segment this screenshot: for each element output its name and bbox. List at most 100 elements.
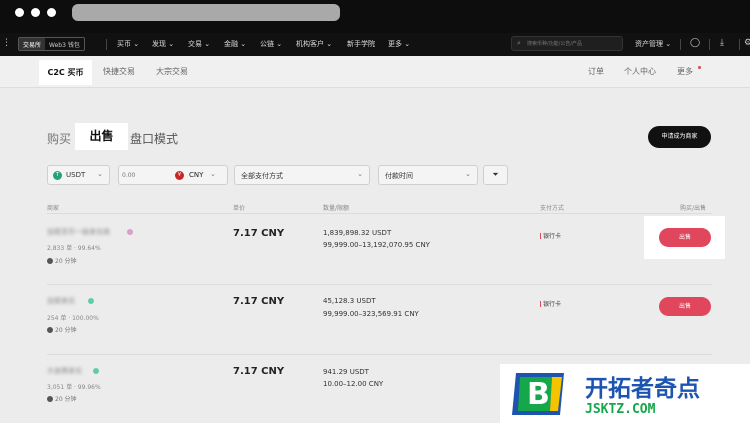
trade-limit: 99,999.00–13,192,070.95 CNY: [323, 241, 430, 249]
header-quantity-limit: 数量/限额: [323, 205, 350, 212]
search-box[interactable]: ⌕ 搜索币种/功能/公告/产品: [511, 36, 623, 51]
nav-item-label: 发现: [152, 40, 166, 48]
window-close-dot[interactable]: [15, 8, 24, 17]
chevron-down-icon: ⌄: [357, 170, 363, 178]
available-quantity: 941.29 USDT: [323, 368, 369, 376]
subnav-c2c[interactable]: C2C 买币: [39, 60, 92, 85]
tab-sell[interactable]: 出售: [75, 123, 128, 150]
merchant-stats: 254 单 · 100.00%: [47, 315, 99, 322]
merchant-stats: 2,833 单 · 99.64%: [47, 245, 101, 252]
address-bar[interactable]: [72, 4, 340, 21]
site-watermark: B 开拓者奇点 JSKTZ.COM: [500, 364, 750, 423]
verified-badge-icon: [88, 298, 94, 304]
nav-item-assets[interactable]: 资产管理 ⌄: [635, 39, 671, 49]
payment-color-bar: [540, 233, 541, 239]
grid-menu-icon[interactable]: ⋮: [2, 38, 11, 48]
subnav-more[interactable]: 更多: [677, 66, 693, 77]
header-payment: 支付方式: [540, 205, 565, 212]
become-merchant-button[interactable]: 申请成为商家: [648, 126, 711, 148]
merchant-name[interactable]: 加密货币一级承兑商: [47, 227, 110, 237]
notification-dot: [698, 66, 701, 69]
row-divider: [47, 284, 712, 285]
nav-item-discover[interactable]: 发现 ⌄: [152, 39, 174, 49]
nav-item-institutional[interactable]: 机构客户 ⌄: [296, 39, 332, 49]
nav-item-label: 公链: [260, 40, 274, 48]
payment-method-select[interactable]: 全部支付方式 ⌄: [234, 165, 370, 185]
chevron-down-icon: ⌄: [97, 170, 103, 178]
sell-button[interactable]: 出售: [659, 297, 711, 316]
nav-item-label: 机构客户: [296, 40, 324, 48]
amount-input[interactable]: [122, 169, 172, 181]
chevron-down-icon: ⌄: [404, 40, 411, 48]
platform-switch[interactable]: 交易所 Web3 钱包: [18, 37, 85, 51]
pay-time-select[interactable]: 付款时间 ⌄: [378, 165, 478, 185]
header-merchant: 商家: [47, 205, 60, 212]
nav-item-label: 更多: [388, 40, 402, 48]
merchant-name[interactable]: 加密承兑: [47, 296, 75, 306]
nav-item-academy[interactable]: 新手学院: [347, 39, 375, 49]
available-quantity: 1,839,898.32 USDT: [323, 229, 392, 237]
chevron-down-icon: ⌄: [240, 40, 247, 48]
nav-item-trade[interactable]: 交易 ⌄: [188, 39, 210, 49]
row-divider: [47, 213, 712, 214]
pay-time: 20 分钟: [47, 394, 77, 403]
nav-item-chain[interactable]: 公链 ⌄: [260, 39, 282, 49]
cny-icon: ¥: [175, 171, 184, 180]
top-nav: ⋮ 交易所 Web3 钱包 买币 ⌄ 发现 ⌄ 交易 ⌄ 金融 ⌄ 公链 ⌄ 机…: [0, 33, 750, 56]
sub-nav: C2C 买币 快捷交易 大宗交易 订单 个人中心 更多: [0, 56, 750, 88]
browser-chrome: [0, 0, 750, 33]
trade-limit: 99,999.00–323,569.91 CNY: [323, 310, 419, 318]
segment-exchange[interactable]: 交易所: [19, 38, 46, 50]
watermark-url: JSKTZ.COM: [585, 402, 656, 417]
sell-button[interactable]: 出售: [659, 228, 711, 247]
tab-order-book-mode[interactable]: 盘口模式: [130, 130, 178, 147]
filter-icon: ⏷: [492, 170, 499, 179]
row-divider: [47, 354, 712, 355]
chevron-down-icon: ⌄: [665, 40, 672, 48]
subnav-profile[interactable]: 个人中心: [624, 66, 656, 77]
chevron-down-icon: ⌄: [326, 40, 333, 48]
segment-web3-wallet[interactable]: Web3 钱包: [45, 38, 84, 50]
subnav-orders[interactable]: 订单: [588, 66, 604, 77]
nav-divider: [739, 39, 740, 50]
nav-item-buy-crypto[interactable]: 买币 ⌄: [117, 39, 139, 49]
chevron-down-icon: ⌄: [204, 40, 211, 48]
user-icon[interactable]: ◯: [690, 38, 700, 48]
clock-icon: [47, 396, 53, 402]
subnav-block-trade[interactable]: 大宗交易: [156, 66, 188, 77]
chevron-down-icon: ⌄: [276, 40, 283, 48]
search-icon: ⌕: [517, 39, 521, 47]
filter-funnel-button[interactable]: ⏷: [483, 165, 508, 185]
nav-item-finance[interactable]: 金融 ⌄: [224, 39, 246, 49]
pay-time-value: 20 分钟: [55, 258, 77, 265]
subnav-express[interactable]: 快捷交易: [103, 66, 135, 77]
chevron-down-icon: ⌄: [168, 40, 175, 48]
verified-badge-icon: [93, 368, 99, 374]
payment-method: 银行卡: [540, 299, 561, 308]
header-action: 购买/出售: [680, 205, 707, 212]
chevron-down-icon: ⌄: [210, 170, 216, 178]
nav-item-label: 金融: [224, 40, 238, 48]
pay-time-value: 20 分钟: [55, 327, 77, 334]
unit-price: 7.17 CNY: [233, 228, 285, 239]
pay-time-value: 20 分钟: [55, 396, 77, 403]
nav-divider: [680, 39, 681, 50]
payment-method-value: 全部支付方式: [241, 172, 283, 180]
pay-time-value: 付款时间: [385, 172, 413, 180]
watermark-logo-icon: B: [512, 373, 564, 415]
settings-icon[interactable]: ⚙: [744, 38, 750, 48]
download-icon[interactable]: ⤓: [720, 38, 724, 48]
merchant-name[interactable]: 大金牌承兑: [47, 366, 82, 376]
available-quantity: 45,128.3 USDT: [323, 297, 376, 305]
nav-item-label: 资产管理: [635, 40, 663, 48]
chevron-down-icon: ⌄: [133, 40, 140, 48]
window-minimize-dot[interactable]: [31, 8, 40, 17]
nav-divider: [709, 39, 710, 50]
amount-field: ¥ CNY ⌄: [118, 165, 228, 185]
coin-select[interactable]: T USDT ⌄: [47, 165, 110, 185]
nav-item-more[interactable]: 更多 ⌄: [388, 39, 410, 49]
tab-buy[interactable]: 购买: [47, 130, 71, 147]
unit-price: 7.17 CNY: [233, 296, 285, 307]
coin-select-value: USDT: [66, 171, 86, 179]
window-maximize-dot[interactable]: [47, 8, 56, 17]
